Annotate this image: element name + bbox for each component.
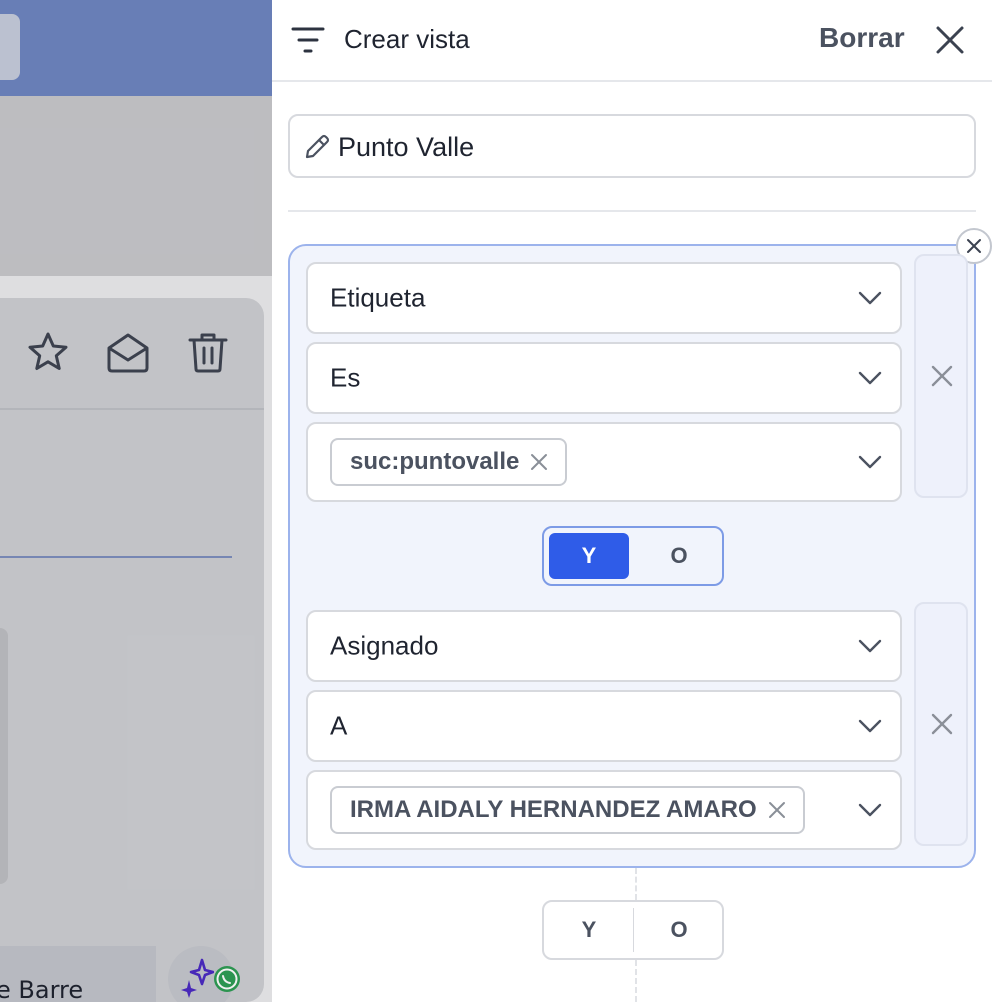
close-icon xyxy=(931,365,953,387)
condition-1-operator-select[interactable]: Es xyxy=(306,342,902,414)
chevron-down-icon xyxy=(858,371,882,385)
condition-2-field-value: Asignado xyxy=(330,630,439,661)
clear-button[interactable]: Borrar xyxy=(819,22,905,54)
pencil-icon xyxy=(305,134,330,159)
remove-chip-icon[interactable] xyxy=(767,800,787,820)
filter-lines-icon xyxy=(290,24,326,56)
close-icon xyxy=(967,239,981,253)
connector-line xyxy=(635,960,637,1002)
connector-and-option[interactable]: Y xyxy=(549,533,629,579)
remove-chip-icon[interactable] xyxy=(529,452,549,472)
close-drawer-button[interactable] xyxy=(930,20,970,60)
group-connector-or-option[interactable]: O xyxy=(639,907,719,953)
drawer-title: Crear vista xyxy=(344,24,470,54)
view-name-input[interactable] xyxy=(338,126,958,168)
value-chip: suc:puntovalle xyxy=(330,438,568,486)
close-icon xyxy=(931,713,953,735)
condition-1-field-select[interactable]: Etiqueta xyxy=(306,262,902,334)
condition-1-operator-value: Es xyxy=(330,362,361,393)
condition-2-operator-value: A xyxy=(330,710,348,741)
chevron-down-icon xyxy=(858,803,882,817)
value-chip-label: IRMA AIDALY HERNANDEZ AMARO xyxy=(350,796,757,823)
view-name-field[interactable] xyxy=(288,114,976,178)
background-app: e Barre xyxy=(0,0,272,1002)
condition-1-field-value: Etiqueta xyxy=(330,282,426,313)
value-chip-label: suc:puntovalle xyxy=(350,448,520,475)
condition-1-value-select[interactable]: suc:puntovalle xyxy=(306,422,902,502)
condition-connector-toggle: Y O xyxy=(542,526,724,586)
value-chip: IRMA AIDALY HERNANDEZ AMARO xyxy=(330,786,805,834)
chevron-down-icon xyxy=(858,455,882,469)
chevron-down-icon xyxy=(858,291,882,305)
header-separator xyxy=(288,210,976,212)
chevron-down-icon xyxy=(858,639,882,653)
group-connector-and-option[interactable]: Y xyxy=(549,907,629,953)
condition-2-value-select[interactable]: IRMA AIDALY HERNANDEZ AMARO xyxy=(306,770,902,850)
condition-2-field-select[interactable]: Asignado xyxy=(306,610,902,682)
drawer-header: Crear vista Borrar xyxy=(272,0,992,82)
condition-2-operator-select[interactable]: A xyxy=(306,690,902,762)
chevron-down-icon xyxy=(858,719,882,733)
connector-or-option[interactable]: O xyxy=(639,533,719,579)
connector-line xyxy=(635,868,637,900)
remove-condition-1-button[interactable] xyxy=(914,254,968,498)
create-view-drawer: Crear vista Borrar Etiqueta Es suc:p xyxy=(272,0,992,1002)
remove-condition-2-button[interactable] xyxy=(914,602,968,846)
group-connector-toggle: Y O xyxy=(542,900,724,960)
close-icon xyxy=(936,26,964,54)
